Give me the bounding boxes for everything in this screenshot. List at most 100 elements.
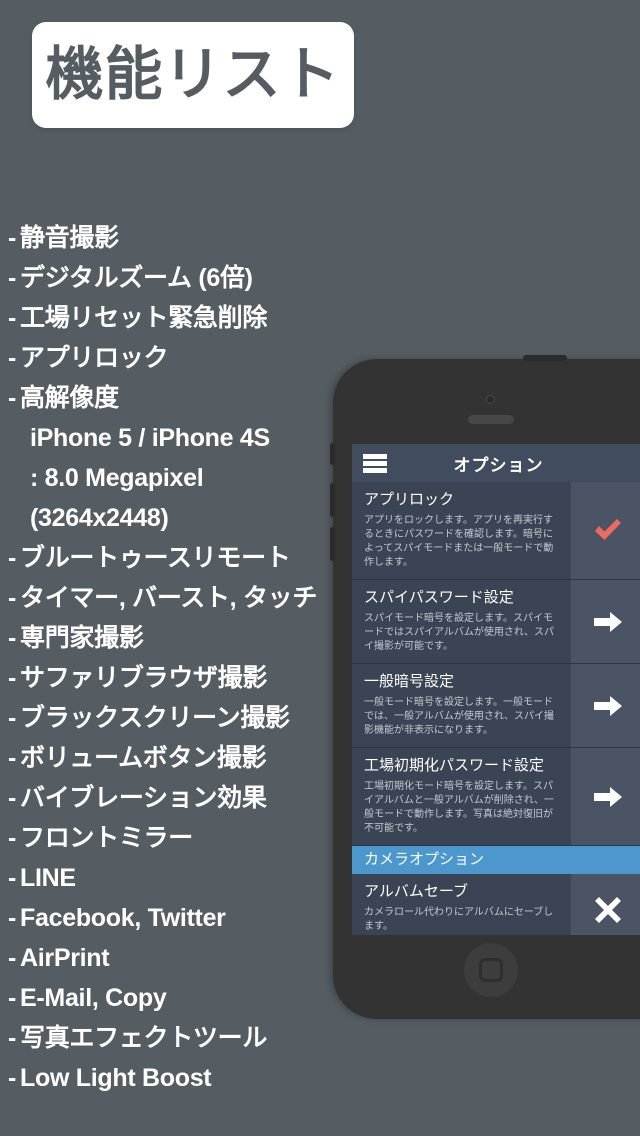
list-bullet-dash: - — [8, 864, 17, 892]
list-bullet-dash: - — [8, 1024, 17, 1052]
feature-list-item: - ボリュームボタン撮影 — [8, 738, 368, 778]
earpiece-speaker — [468, 415, 514, 424]
option-row[interactable]: 一般暗号設定 一般モード暗号を設定します。一般モードでは、一般アルバムが使用され、… — [352, 664, 640, 748]
feature-list-item: - タイマー, バースト, タッチ — [8, 578, 368, 618]
feature-list-item-label: バイブレーション効果 — [20, 784, 267, 812]
iphone-mockup: オプション アプリロックアプリをロックします。アプリを再実行するときにパスワード… — [330, 355, 640, 1019]
feature-list-item-label: 専門家撮影 — [20, 624, 144, 652]
list-bullet-dash: - — [8, 784, 17, 812]
feature-list-item: - サファリブラウザ撮影 — [8, 658, 368, 698]
feature-list-item-label: AirPrint — [20, 944, 110, 972]
option-row-action[interactable] — [571, 664, 640, 747]
feature-list: - 静音撮影 - デジタルズーム (6倍) - 工場リセット緊急削除 - アプリロック - 高解像… — [8, 218, 368, 1098]
list-bullet-dash: - — [8, 584, 17, 612]
list-bullet-dash: - — [8, 304, 17, 332]
option-row-text: 一般暗号設定 一般モード暗号を設定します。一般モードでは、一般アルバムが使用され、… — [352, 664, 571, 747]
arrow-right-icon — [594, 786, 622, 807]
hamburger-menu-icon[interactable] — [363, 454, 387, 473]
feature-list-item: - LINE — [8, 858, 368, 898]
feature-list-item-label: ボリュームボタン撮影 — [20, 744, 267, 772]
option-row[interactable]: アルバムセーブカメラロール代わりにアルバムにセーブします。 — [352, 874, 640, 935]
options-list-secondary: アルバムセーブカメラロール代わりにアルバムにセーブします。 — [352, 874, 640, 935]
feature-list-item-label: 写真エフェクトツール — [20, 1024, 268, 1052]
home-button[interactable] — [464, 943, 518, 997]
option-row-text: アプリロックアプリをロックします。アプリを再実行するときにパスワードを確認します… — [352, 482, 571, 579]
feature-list-item-label: サファリブラウザ撮影 — [20, 664, 268, 692]
phone-screen: オプション アプリロックアプリをロックします。アプリを再実行するときにパスワード… — [352, 444, 640, 935]
page-title: 機能リスト — [45, 42, 341, 107]
list-bullet-dash: - — [8, 264, 17, 292]
feature-list-item-label: 静音撮影 — [20, 224, 119, 252]
feature-list-item: - デジタルズーム (6倍) — [8, 258, 368, 298]
feature-list-item-label: フロントミラー — [20, 824, 193, 852]
option-row-title: 一般暗号設定 — [364, 673, 455, 690]
option-row-title: 工場初期化パスワード設定 — [364, 757, 545, 774]
option-row-action[interactable] — [571, 482, 640, 579]
list-bullet-dash: - — [8, 624, 17, 652]
cross-icon — [595, 896, 621, 923]
volume-down-button[interactable] — [330, 527, 335, 561]
feature-list-item: - 写真エフェクトツール — [8, 1018, 368, 1058]
feature-list-item: - AirPrint — [8, 938, 368, 978]
feature-list-item: (3264x2448) — [8, 498, 368, 538]
feature-list-item-label: タイマー, バースト, タッチ — [20, 584, 318, 612]
feature-list-item: - フロントミラー — [8, 818, 368, 858]
feature-list-item-label: : 8.0 Megapixel — [30, 464, 204, 492]
option-row-text: 工場初期化パスワード設定工場初期化モード暗号を設定します。スパイアルバムと一般ア… — [352, 748, 571, 845]
feature-list-item-label: Facebook, Twitter — [20, 904, 226, 932]
silent-switch[interactable] — [330, 443, 335, 465]
list-bullet-dash: - — [8, 544, 17, 572]
feature-list-item: - 高解像度 — [8, 378, 368, 418]
option-row-action[interactable] — [571, 748, 640, 845]
options-list: アプリロックアプリをロックします。アプリを再実行するときにパスワードを確認します… — [352, 482, 640, 846]
menu-bar-3 — [363, 468, 387, 473]
feature-list-item-label: デジタルズーム (6倍) — [20, 264, 253, 292]
option-row-action[interactable] — [571, 874, 640, 935]
list-bullet-dash: - — [8, 984, 17, 1012]
option-row-text: スパイパスワード設定 スパイモード暗号を設定します。スパイモードではスパイアルバム… — [352, 580, 571, 663]
option-row-description: カメラロール代わりにアルバムにセーブします。 — [364, 907, 554, 932]
feature-list-item: : 8.0 Megapixel — [8, 458, 368, 498]
list-bullet-dash: - — [8, 824, 17, 852]
feature-list-item: - 静音撮影 — [8, 218, 368, 258]
home-button-square-icon — [479, 958, 503, 982]
option-row-title: アプリロック — [364, 491, 455, 508]
feature-list-item: - 工場リセット緊急削除 — [8, 298, 368, 338]
feature-list-item: - 専門家撮影 — [8, 618, 368, 658]
list-bullet-dash: - — [8, 344, 17, 372]
list-bullet-dash: - — [8, 904, 17, 932]
feature-list-item-label: ブルートゥースリモート — [20, 544, 291, 572]
feature-list-item: - ブラックスクリーン撮影 — [8, 698, 368, 738]
power-button[interactable] — [523, 355, 567, 361]
list-bullet-dash: - — [8, 704, 17, 732]
list-bullet-dash: - — [8, 744, 17, 772]
list-bullet-dash: - — [8, 384, 17, 412]
option-row-text: アルバムセーブカメラロール代わりにアルバムにセーブします。 — [352, 874, 571, 935]
feature-list-item-label: iPhone 5 / iPhone 4S — [30, 424, 270, 452]
app-header-title: オプション — [453, 455, 544, 475]
feature-list-item: - Low Light Boost — [8, 1058, 368, 1098]
option-row-title: スパイパスワード設定 — [364, 589, 514, 606]
option-row-title: アルバムセーブ — [364, 883, 468, 900]
volume-up-button[interactable] — [330, 483, 335, 517]
page-title-plate: 機能リスト — [32, 22, 354, 128]
list-bullet-dash: - — [8, 1064, 17, 1092]
feature-list-item: - アプリロック — [8, 338, 368, 378]
list-bullet-dash: - — [8, 224, 17, 252]
option-row-description: 工場初期化モード暗号を設定します。スパイアルバムと一般アルバムが削除され、一般モ… — [364, 781, 554, 834]
arrow-right-icon — [594, 611, 622, 632]
feature-list-item-label: ブラックスクリーン撮影 — [20, 704, 290, 732]
feature-list-item-label: E-Mail, Copy — [20, 984, 167, 1012]
option-row-description: アプリをロックします。アプリを再実行するときにパスワードを確認します。暗号によっ… — [364, 515, 554, 568]
list-bullet-dash: - — [8, 944, 17, 972]
feature-list-item-label: 工場リセット緊急削除 — [20, 304, 268, 332]
feature-list-item-label: LINE — [20, 864, 76, 892]
feature-list-item-label: (3264x2448) — [30, 504, 169, 532]
option-row[interactable]: スパイパスワード設定 スパイモード暗号を設定します。スパイモードではスパイアルバム… — [352, 580, 640, 664]
feature-list-item: - Facebook, Twitter — [8, 898, 368, 938]
feature-list-item: - ブルートゥースリモート — [8, 538, 368, 578]
option-row-action[interactable] — [571, 580, 640, 663]
option-row[interactable]: アプリロックアプリをロックします。アプリを再実行するときにパスワードを確認します… — [352, 482, 640, 580]
section-header-camera-options: カメラオプション — [352, 846, 640, 874]
option-row[interactable]: 工場初期化パスワード設定工場初期化モード暗号を設定します。スパイアルバムと一般ア… — [352, 748, 640, 846]
